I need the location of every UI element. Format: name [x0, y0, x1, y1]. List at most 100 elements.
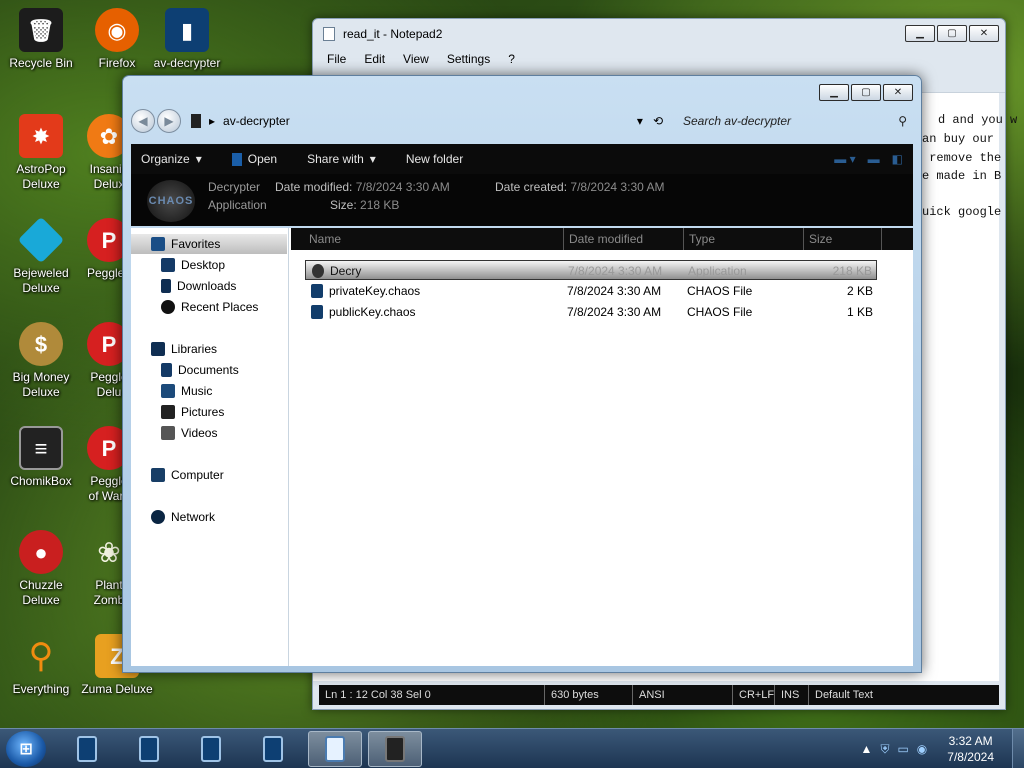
notepad-title: read_it - Notepad2: [343, 27, 443, 41]
show-hidden-icons-icon[interactable]: ▲: [861, 742, 873, 756]
file-list[interactable]: Name Date modified Type Size Decry 7/8/2…: [291, 228, 913, 666]
address-dropdown-icon[interactable]: ▾: [637, 114, 643, 128]
nav-label: Videos: [181, 426, 218, 440]
status-line-ending[interactable]: CR+LF: [733, 685, 775, 705]
view-options-icon[interactable]: ▬ ▾: [834, 152, 855, 166]
status-scheme[interactable]: Default Text: [809, 685, 879, 705]
nav-computer[interactable]: Computer: [151, 468, 224, 482]
taskbar: ⊞ ▲ ⛨ ▭ ◉ 3:32 AM 7/8/2024: [0, 728, 1024, 768]
maximize-icon: ▢: [861, 87, 871, 98]
search-input[interactable]: Search av-decrypter ⚲: [673, 109, 913, 133]
details-size-value: 218 KB: [360, 198, 400, 212]
column-divider[interactable]: [803, 228, 804, 250]
notepad-titlebar[interactable]: read_it - Notepad2: [313, 19, 1005, 49]
pinned-app-icon: [77, 736, 97, 762]
notepad-close-button[interactable]: ✕: [969, 25, 999, 42]
column-divider[interactable]: [881, 228, 882, 250]
minimize-icon: ▁: [830, 87, 838, 98]
address-bar[interactable]: ▸ av-decrypter: [191, 109, 623, 133]
nav-pictures[interactable]: Pictures: [161, 405, 224, 419]
volume-icon[interactable]: ◉: [917, 742, 927, 756]
share-with-button[interactable]: Share with ▾: [307, 152, 376, 166]
taskbar-pinned-app-1[interactable]: [60, 731, 114, 767]
recent-places-icon: [161, 300, 175, 314]
network-tray-icon[interactable]: ▭: [897, 742, 908, 756]
nav-network[interactable]: Network: [151, 510, 215, 524]
nav-favorites[interactable]: Favorites: [151, 237, 220, 251]
open-label: Open: [247, 152, 278, 166]
notepad-maximize-button[interactable]: ▢: [937, 25, 967, 42]
explorer-window[interactable]: ▁ ▢ ✕ ◀ ▶ ▸ av-decrypter ▾ ⟲ Search av-d…: [122, 75, 922, 673]
notepad-minimize-button[interactable]: ▁: [905, 25, 935, 42]
desktop-icon-label: av-decrypter: [153, 56, 221, 70]
astropop-icon: ✸: [19, 114, 63, 158]
organize-button[interactable]: Organize ▾: [141, 152, 202, 166]
nav-documents[interactable]: Documents: [161, 363, 239, 377]
windows-logo-icon: ⊞: [19, 741, 33, 758]
preview-pane-icon[interactable]: ▬: [868, 152, 880, 166]
open-button[interactable]: Open: [231, 152, 278, 166]
nav-videos[interactable]: Videos: [161, 426, 217, 440]
forward-button[interactable]: ▶: [157, 109, 181, 133]
breadcrumb-av-decrypter[interactable]: av-decrypter: [223, 114, 290, 128]
menu-settings[interactable]: Settings: [447, 52, 490, 66]
nav-label: Libraries: [171, 342, 218, 356]
application-icon: [231, 152, 242, 166]
av-decrypter-icon: ▮: [165, 8, 209, 52]
file-row-publickey[interactable]: publicKey.chaos 7/8/2024 3:30 AM CHAOS F…: [305, 302, 877, 322]
column-divider[interactable]: [683, 228, 684, 250]
file-size: 2 KB: [846, 284, 873, 298]
security-shield-icon[interactable]: ⛨: [880, 742, 889, 757]
new-folder-button[interactable]: New folder: [406, 152, 463, 166]
column-name[interactable]: Name: [309, 232, 341, 246]
nav-downloads[interactable]: Downloads: [161, 279, 236, 293]
organize-label: Organize: [141, 152, 190, 166]
chuzzle-icon: ●: [19, 530, 63, 574]
desktop-icon-recycle-bin[interactable]: 🗑 Recycle Bin: [0, 8, 82, 71]
nav-desktop[interactable]: Desktop: [161, 258, 225, 272]
desktop-icon-everything[interactable]: ⚲ Everything: [0, 634, 82, 697]
folder-icon: [191, 114, 201, 128]
menu-file[interactable]: File: [327, 52, 346, 66]
clock[interactable]: 3:32 AM 7/8/2024: [947, 733, 994, 765]
taskbar-pinned-app-4[interactable]: [246, 731, 300, 767]
desktop-icon-av-decrypter[interactable]: ▮ av-decrypter: [146, 8, 228, 71]
nav-label: Network: [171, 510, 216, 524]
explorer-maximize-button[interactable]: ▢: [851, 84, 881, 101]
chevron-down-icon: ▾: [195, 152, 202, 166]
nav-music[interactable]: Music: [161, 384, 212, 398]
pinned-app-icon: [201, 736, 221, 762]
back-button[interactable]: ◀: [131, 109, 155, 133]
show-desktop-button[interactable]: [1012, 729, 1024, 768]
nav-recent-places[interactable]: Recent Places: [161, 300, 258, 314]
menu-view[interactable]: View: [403, 52, 429, 66]
column-date-modified[interactable]: Date modified: [569, 232, 643, 246]
explorer-close-button[interactable]: ✕: [883, 84, 913, 101]
column-divider[interactable]: [563, 228, 564, 250]
taskbar-pinned-app-3[interactable]: [184, 731, 238, 767]
explorer-minimize-button[interactable]: ▁: [819, 84, 849, 101]
file-row-privatekey[interactable]: privateKey.chaos 7/8/2024 3:30 AM CHAOS …: [305, 281, 877, 301]
details-modified: Date modified: 7/8/2024 3:30 AM: [275, 180, 450, 194]
taskbar-pinned-app-2[interactable]: [122, 731, 176, 767]
menu-help[interactable]: ?: [508, 52, 515, 66]
column-size[interactable]: Size: [809, 232, 832, 246]
explorer-icon: [385, 736, 405, 762]
help-icon[interactable]: ◧: [892, 152, 903, 166]
taskbar-notepad2[interactable]: [308, 731, 362, 767]
file-date: 7/8/2024 3:30 AM: [568, 264, 663, 278]
chaos-logo-icon: CHAOS: [147, 180, 195, 222]
file-row-decrypter[interactable]: Decry 7/8/2024 3:30 AM Application 218 K…: [305, 260, 877, 280]
command-bar: Organize ▾ Open Share with ▾ New folder …: [131, 144, 913, 174]
close-icon: ✕: [893, 87, 903, 98]
start-button[interactable]: ⊞: [6, 731, 46, 767]
nav-libraries[interactable]: Libraries: [151, 342, 217, 356]
details-created-value: 7/8/2024 3:30 AM: [570, 180, 665, 194]
navigation-pane[interactable]: Favorites Desktop Downloads Recent Place…: [131, 228, 289, 666]
taskbar-explorer[interactable]: [368, 731, 422, 767]
refresh-icon[interactable]: ⟲: [653, 114, 663, 128]
menu-edit[interactable]: Edit: [364, 52, 385, 66]
share-label: Share with: [307, 152, 364, 166]
column-type[interactable]: Type: [689, 232, 715, 246]
status-encoding[interactable]: ANSI: [633, 685, 733, 705]
